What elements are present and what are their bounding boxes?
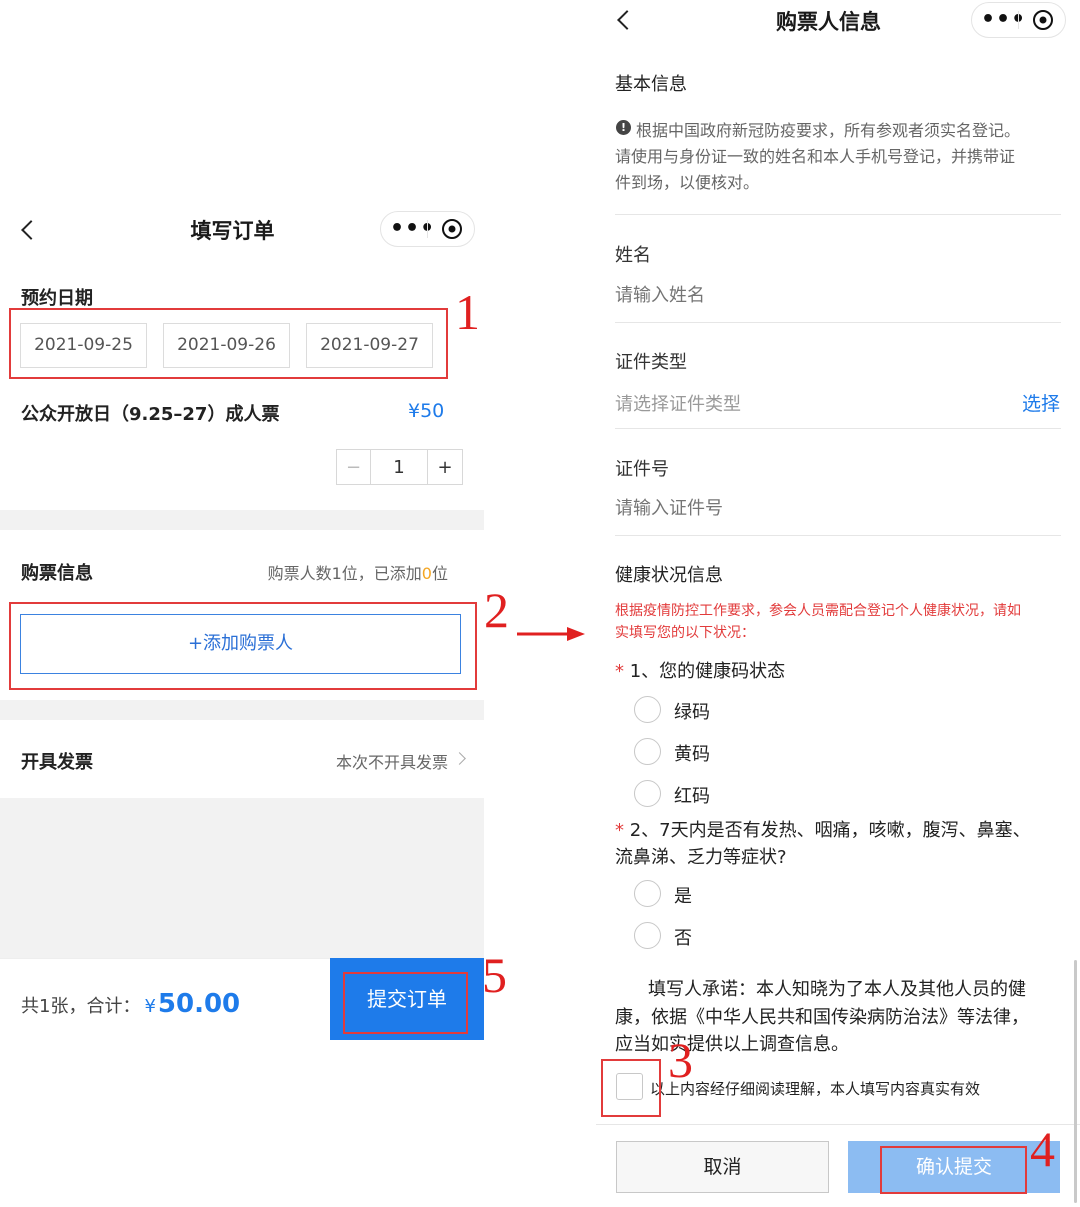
target-circle-icon[interactable]	[1033, 10, 1053, 30]
target-circle-icon[interactable]	[442, 219, 462, 239]
mini-program-capsule: •••	[380, 211, 475, 247]
name-input[interactable]	[615, 280, 1055, 310]
chevron-left-icon[interactable]	[21, 220, 41, 240]
chevron-right-icon	[453, 752, 466, 765]
select-id-type-button[interactable]: 选择	[1022, 389, 1060, 416]
radio-yellow-code[interactable]	[634, 738, 661, 765]
section-divider	[0, 510, 484, 530]
radio-no[interactable]	[634, 922, 661, 949]
page-title: 购票人信息	[776, 10, 881, 34]
currency-symbol: ¥	[144, 996, 156, 1017]
option-no[interactable]: 否	[674, 924, 692, 950]
required-mark: *	[615, 661, 624, 682]
increase-button[interactable]: +	[428, 450, 462, 484]
divider	[615, 535, 1061, 536]
scrollbar[interactable]	[1074, 960, 1077, 1203]
buyer-info-screen: 购票人信息 ••• 基本信息 ! 根据中国政府新冠防疫要求，所有参观者须实名登记…	[596, 0, 1080, 1207]
buyer-summary: 购票人数1位，已添加0位	[268, 560, 448, 584]
basic-info-label: 基本信息	[615, 74, 687, 95]
ticket-price: ¥50	[408, 400, 445, 422]
annotation-number-5: 5	[482, 947, 507, 1003]
id-number-input[interactable]	[615, 493, 1055, 523]
flow-arrow-icon	[517, 627, 585, 641]
question-1: * 1、您的健康码状态	[615, 657, 785, 683]
chevron-left-icon[interactable]	[617, 10, 637, 30]
booking-date-label: 预约日期	[21, 288, 93, 309]
radio-red-code[interactable]	[634, 780, 661, 807]
health-info-label: 健康状况信息	[615, 565, 723, 586]
ticket-name: 公众开放日（9.25–27）成人票	[21, 404, 280, 425]
annotation-number-2: 2	[484, 582, 509, 638]
divider	[596, 1124, 1080, 1125]
id-number-label: 证件号	[615, 459, 669, 480]
divider	[615, 428, 1061, 429]
option-green-code[interactable]: 绿码	[674, 698, 710, 724]
notice-line-3: 件到场，以便核对。	[615, 173, 760, 192]
mini-program-capsule: •••	[971, 2, 1066, 38]
more-dots-icon[interactable]: •••	[981, 9, 1026, 31]
quantity-value[interactable]: 1	[371, 450, 428, 484]
info-icon: !	[616, 120, 631, 135]
question-1-text: 1、您的健康码状态	[629, 661, 786, 682]
annotation-number-4: 4	[1030, 1121, 1055, 1177]
invoice-value[interactable]: 本次不开具发票	[336, 749, 448, 773]
cancel-button[interactable]: 取消	[616, 1141, 829, 1193]
required-mark: *	[615, 820, 624, 841]
notice-line-1: 根据中国政府新冠防疫要求，所有参观者须实名登记。	[636, 121, 1021, 140]
more-dots-icon[interactable]: •••	[390, 218, 435, 240]
annotation-number-3: 3	[668, 1032, 693, 1088]
radio-yes[interactable]	[634, 880, 661, 907]
option-yes[interactable]: 是	[674, 882, 692, 908]
quantity-stepper: − 1 +	[336, 449, 463, 485]
notice-line-2: 请使用与身份证一致的姓名和本人手机号登记，并携带证	[615, 147, 1016, 166]
option-red-code[interactable]: 红码	[674, 782, 710, 808]
annotation-box-3	[601, 1059, 661, 1117]
health-warning-line-2: 实填写您的以下状况：	[615, 625, 755, 641]
divider	[615, 214, 1061, 215]
option-yellow-code[interactable]: 黄码	[674, 740, 710, 766]
order-form-screen: 填写订单 ••• 预约日期 2021-09-25 2021-09-26 2021…	[0, 0, 509, 1207]
pledge-line-2: 康，依据《中华人民共和国传染病防治法》等法律，	[615, 1007, 1029, 1028]
radio-green-code[interactable]	[634, 696, 661, 723]
annotation-box-5	[343, 972, 468, 1034]
annotation-box-1	[9, 308, 448, 379]
annotation-box-2	[9, 602, 477, 690]
total-amount: 50.00	[157, 989, 241, 1019]
invoice-label: 开具发票	[21, 752, 93, 773]
question-2-text-line-2: 流鼻涕、乏力等症状?	[615, 847, 787, 868]
agree-text[interactable]: 以上内容经仔细阅读理解，本人填写内容真实有效	[650, 1078, 980, 1099]
added-count: 0	[421, 564, 432, 583]
health-warning-line-1: 根据疫情防控工作要求，参会人员需配合登记个人健康状况，请如	[615, 603, 1021, 619]
divider	[615, 322, 1061, 323]
page-title: 填写订单	[190, 219, 275, 243]
buyer-summary-suffix: 位	[431, 564, 448, 583]
name-label: 姓名	[615, 245, 651, 266]
section-divider	[0, 700, 484, 720]
count-text: 共1张，合计：	[21, 996, 141, 1017]
id-type-select[interactable]: 请选择证件类型	[615, 390, 741, 416]
pledge-line-3: 应当如实提供以上调查信息。	[615, 1034, 849, 1055]
question-2-text-line-1: 2、7天内是否有发热、咽痛，咳嗽，腹泻、鼻塞、	[629, 820, 1031, 841]
annotation-number-1: 1	[455, 284, 480, 340]
id-type-label: 证件类型	[615, 352, 687, 373]
total-summary: 共1张，合计： ¥50.00	[21, 989, 240, 1019]
buyer-info-label: 购票信息	[21, 563, 93, 584]
annotation-box-4	[880, 1146, 1027, 1194]
decrease-button[interactable]: −	[337, 450, 371, 484]
pledge-line-1: 填写人承诺：本人知晓为了本人及其他人员的健	[648, 979, 1026, 1000]
empty-area	[0, 798, 484, 958]
question-2: * 2、7天内是否有发热、咽痛，咳嗽，腹泻、鼻塞、	[615, 816, 1031, 842]
buyer-summary-prefix: 购票人数1位，已添加	[267, 564, 422, 583]
